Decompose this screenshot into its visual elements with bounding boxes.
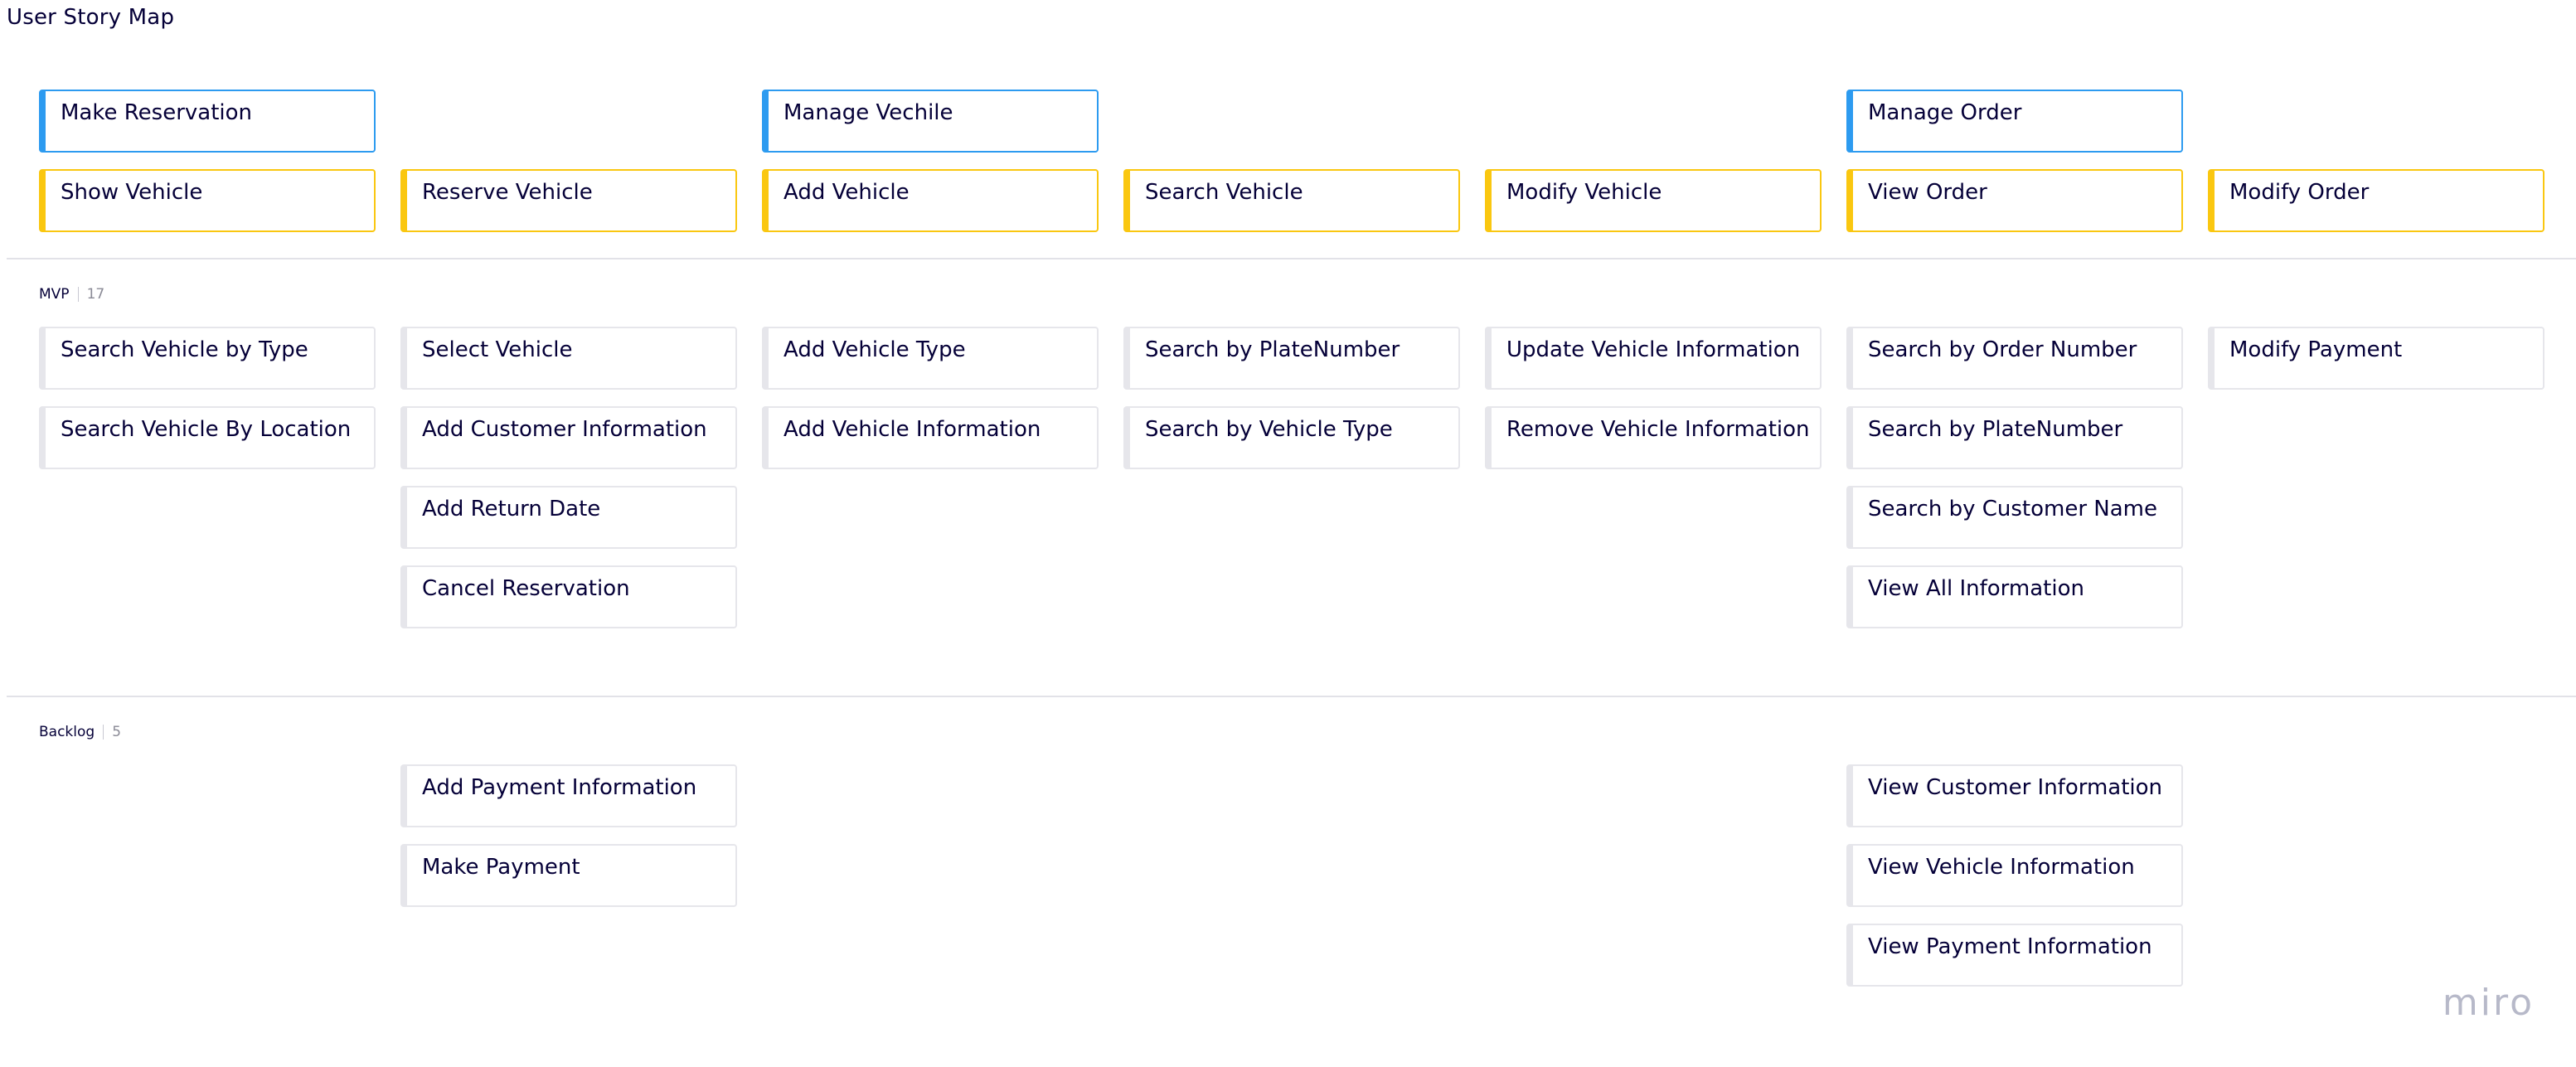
step-card[interactable]: Search Vehicle — [1123, 169, 1460, 232]
story-card[interactable]: Search by Customer Name — [1846, 486, 2183, 549]
step-card[interactable]: Modify Order — [2208, 169, 2544, 232]
miro-logo: miro — [2442, 982, 2535, 1024]
release-label: MVP 17 — [39, 286, 104, 303]
story-card[interactable]: Remove Vehicle Information — [1485, 406, 1822, 469]
story-card[interactable]: Add Return Date — [400, 486, 737, 549]
story-card[interactable]: Search by Order Number — [1846, 327, 2183, 390]
release-name: MVP — [39, 286, 70, 303]
story-card[interactable]: Add Vehicle Type — [762, 327, 1099, 390]
story-card[interactable]: Add Payment Information — [400, 764, 737, 827]
story-card[interactable]: Cancel Reservation — [400, 565, 737, 628]
story-card[interactable]: View All Information — [1846, 565, 2183, 628]
release-count: 5 — [112, 724, 122, 740]
step-card[interactable]: View Order — [1846, 169, 2183, 232]
release-name: Backlog — [39, 724, 95, 740]
story-card[interactable]: Select Vehicle — [400, 327, 737, 390]
board-title: User Story Map — [7, 5, 175, 30]
release-separator — [77, 287, 79, 302]
story-card[interactable]: Search by PlateNumber — [1123, 327, 1460, 390]
story-card[interactable]: Modify Payment — [2208, 327, 2544, 390]
story-card[interactable]: View Vehicle Information — [1846, 844, 2183, 907]
step-card[interactable]: Add Vehicle — [762, 169, 1099, 232]
story-card[interactable]: Search by PlateNumber — [1846, 406, 2183, 469]
release-label: Backlog 5 — [39, 724, 121, 740]
activity-card[interactable]: Make Reservation — [39, 90, 376, 153]
story-card[interactable]: View Payment Information — [1846, 924, 2183, 987]
activity-card[interactable]: Manage Order — [1846, 90, 2183, 153]
step-card[interactable]: Show Vehicle — [39, 169, 376, 232]
release-divider — [7, 258, 2576, 259]
release-divider — [7, 696, 2576, 697]
story-card[interactable]: Search Vehicle By Location — [39, 406, 376, 469]
step-card[interactable]: Reserve Vehicle — [400, 169, 737, 232]
activity-card[interactable]: Manage Vechile — [762, 90, 1099, 153]
story-card[interactable]: Add Customer Information — [400, 406, 737, 469]
release-count: 17 — [86, 286, 105, 303]
story-card[interactable]: Make Payment — [400, 844, 737, 907]
story-card[interactable]: View Customer Information — [1846, 764, 2183, 827]
story-card[interactable]: Search by Vehicle Type — [1123, 406, 1460, 469]
release-separator — [103, 725, 104, 740]
story-card[interactable]: Search Vehicle by Type — [39, 327, 376, 390]
story-card[interactable]: Update Vehicle Information — [1485, 327, 1822, 390]
step-card[interactable]: Modify Vehicle — [1485, 169, 1822, 232]
story-card[interactable]: Add Vehicle Information — [762, 406, 1099, 469]
